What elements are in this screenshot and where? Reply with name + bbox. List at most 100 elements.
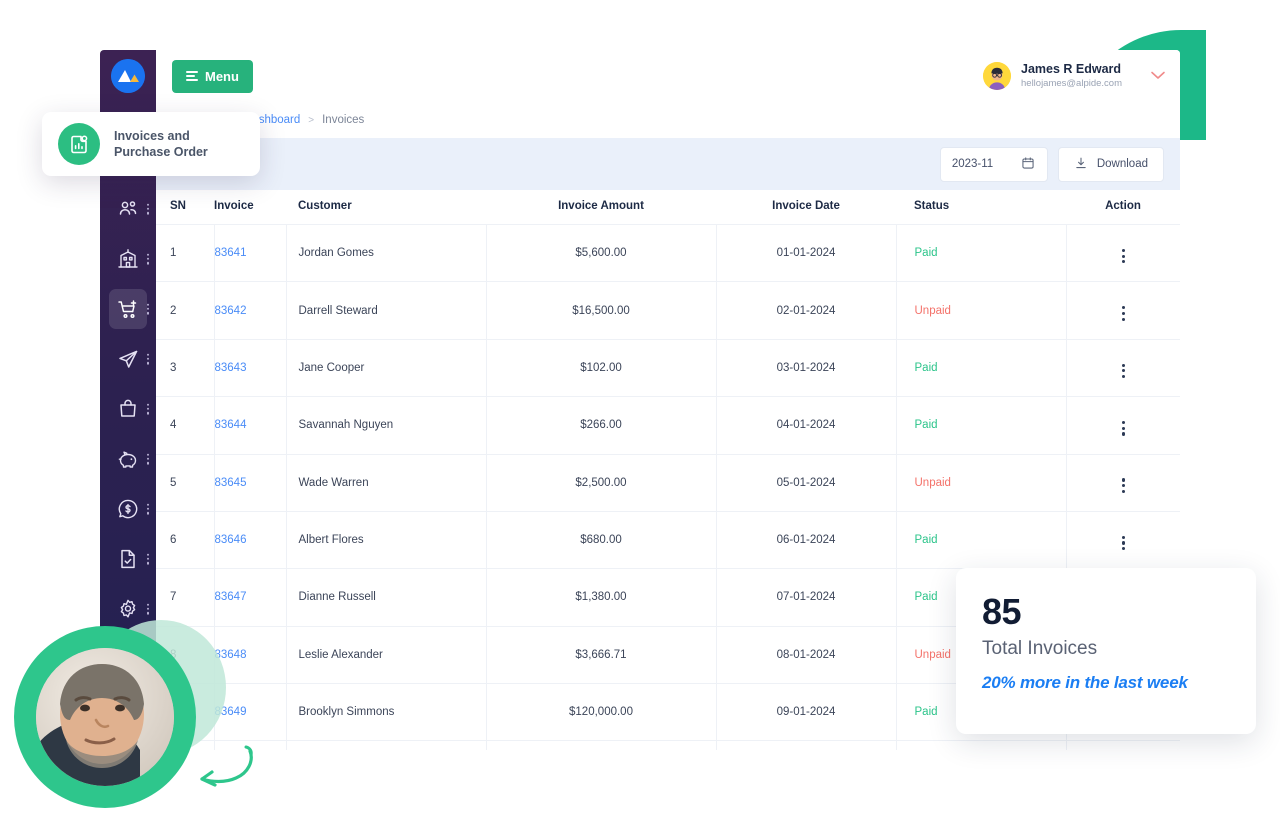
sidebar-nav [100,102,156,634]
cell-invoice: 83644 [214,396,287,454]
users-icon [116,197,140,221]
cell-invoice: 83646 [214,510,287,569]
row-actions-menu-icon[interactable] [1121,535,1125,551]
report-chart-icon [58,123,100,165]
cell-sn: 3 [156,338,215,397]
col-header-date: Invoice Date [716,190,896,225]
col-header-amount: Invoice Amount [486,190,716,225]
building-icon [116,247,140,271]
bag-icon [116,397,140,421]
sidebar-item-dots-icon[interactable] [146,603,149,615]
cell-amount: $1,380.00 [486,568,717,627]
sidebar-item-dots-icon[interactable] [146,253,149,265]
sidebar-item-shipping[interactable] [100,334,156,384]
invoice-link[interactable]: 83643 [215,362,247,374]
invoice-link[interactable]: 83647 [215,591,247,603]
sidebar-item-dots-icon[interactable] [146,553,149,565]
sidebar-item-dots-icon[interactable] [146,453,149,465]
sidebar-item-sales[interactable] [100,384,156,434]
cart-plus-icon [116,297,140,321]
status-badge: Paid [914,534,938,547]
menu-button[interactable]: Menu [172,59,253,93]
row-actions-menu-icon[interactable] [1121,248,1125,264]
person-photo [36,648,174,786]
cell-invoice: 83641 [214,223,287,282]
invoice-link[interactable]: 83644 [215,419,247,431]
status-badge: Paid [914,591,938,604]
calendar-icon [1021,156,1035,173]
gear-icon [116,597,140,621]
total-invoices-trend: 20% more in the last week [982,673,1188,692]
sidebar-item-dots-icon[interactable] [146,303,149,315]
cell-customer: Jane Cooper [286,338,487,397]
topbar: Menu James R Edward hellojames@alpide.co… [156,50,1180,102]
screenshot-stage: Menu James R Edward hellojames@alpide.co… [0,0,1280,816]
cell-date: 09-01-2024 [716,682,897,741]
cell-customer: Darrell Steward [286,281,487,340]
cell-amount: $96.00 [486,740,717,750]
cell-customer: Jordan Gomes [286,223,487,282]
table-row: 3 83643 Jane Cooper $102.00 03-01-2024 Paid [156,338,1180,397]
breadcrumb: Dashboard > Invoices [156,102,1180,138]
cell-date: 08-01-2024 [716,625,897,684]
date-picker[interactable]: 2023-11 [939,146,1048,182]
brand-logo[interactable] [100,50,156,102]
col-header-status: Status [896,190,1066,225]
sidebar-item-accounting[interactable] [100,434,156,484]
sidebar-item-reports[interactable] [100,534,156,584]
table-row: 4 83644 Savannah Nguyen $266.00 04-01-2024 Pa… [156,396,1180,454]
invoices-purchase-order-card[interactable]: Invoices and Purchase Order [42,112,260,176]
invoice-link[interactable]: 83646 [215,534,247,546]
table-header-row: SN Invoice Customer Invoice Amount Invoi… [156,190,1180,225]
date-picker-value: 2023-11 [951,158,994,170]
sidebar-item-dots-icon[interactable] [146,503,149,515]
user-name: James R Edward [1021,62,1122,77]
user-meta: James R Edward hellojames@alpide.com [1021,62,1122,90]
cell-action [1066,338,1180,397]
row-actions-menu-icon[interactable] [1121,478,1125,493]
table-row: 1083650Ralph Edwards$96.0010-01-2024Unpa… [156,740,1180,750]
download-icon [1074,156,1088,173]
invoices-purchase-order-card-text: Invoices and Purchase Order [114,128,208,161]
card-line-2: Purchase Order [114,145,208,159]
file-check-icon [116,547,140,571]
cell-status: Paid [896,223,1067,282]
user-menu[interactable]: James R Edward hellojames@alpide.com [983,62,1166,90]
sidebar-item-dots-icon[interactable] [146,203,149,215]
cell-status: Unpaid [896,453,1067,512]
table-row: 6 83646 Albert Flores $680.00 06-01-2024 Paid [156,510,1180,569]
cell-status: Paid [896,338,1067,397]
cell-sn: 4 [156,396,215,454]
cell-amount: $2,500.00 [486,453,717,512]
sidebar-item-purchase[interactable] [100,284,156,334]
cell-date: 01-01-2024 [716,223,897,282]
invoice-link[interactable]: 83642 [215,305,247,317]
chevron-down-icon[interactable] [1150,67,1166,85]
invoice-link[interactable]: 83641 [215,247,247,259]
cell-date: 10-01-2024 [716,740,897,750]
row-actions-menu-icon[interactable] [1121,363,1125,379]
total-invoices-stat-card: 85 Total Invoices 20% more in the last w… [956,568,1256,734]
cell-invoice: 83643 [214,338,287,397]
cell-amount: $5,600.00 [486,223,717,282]
sidebar-item-customers[interactable] [100,184,156,234]
sidebar-item-dots-icon[interactable] [146,403,149,415]
download-button[interactable]: Download [1057,146,1164,182]
cell-action [1066,396,1180,454]
menu-lines-icon [186,71,198,81]
row-actions-menu-icon[interactable] [1121,306,1125,321]
mountain-logo-icon [111,59,145,93]
download-button-label: Download [1096,158,1148,170]
cell-amount: $3,666.71 [486,625,717,684]
sidebar-item-payments[interactable] [100,484,156,534]
invoice-table-head: SN Invoice Customer Invoice Amount Invoi… [156,190,1180,225]
avatar [983,62,1011,90]
status-badge: Paid [914,419,938,432]
status-badge: Paid [914,706,938,719]
cell-amount: $120,000.00 [486,682,717,741]
table-row: 1 83641 Jordan Gomes $5,600.00 01-01-2024 Pai… [156,223,1180,282]
row-actions-menu-icon[interactable] [1121,420,1125,436]
invoice-link[interactable]: 83645 [215,477,247,489]
sidebar-item-dots-icon[interactable] [146,353,149,365]
sidebar-item-company[interactable] [100,234,156,284]
